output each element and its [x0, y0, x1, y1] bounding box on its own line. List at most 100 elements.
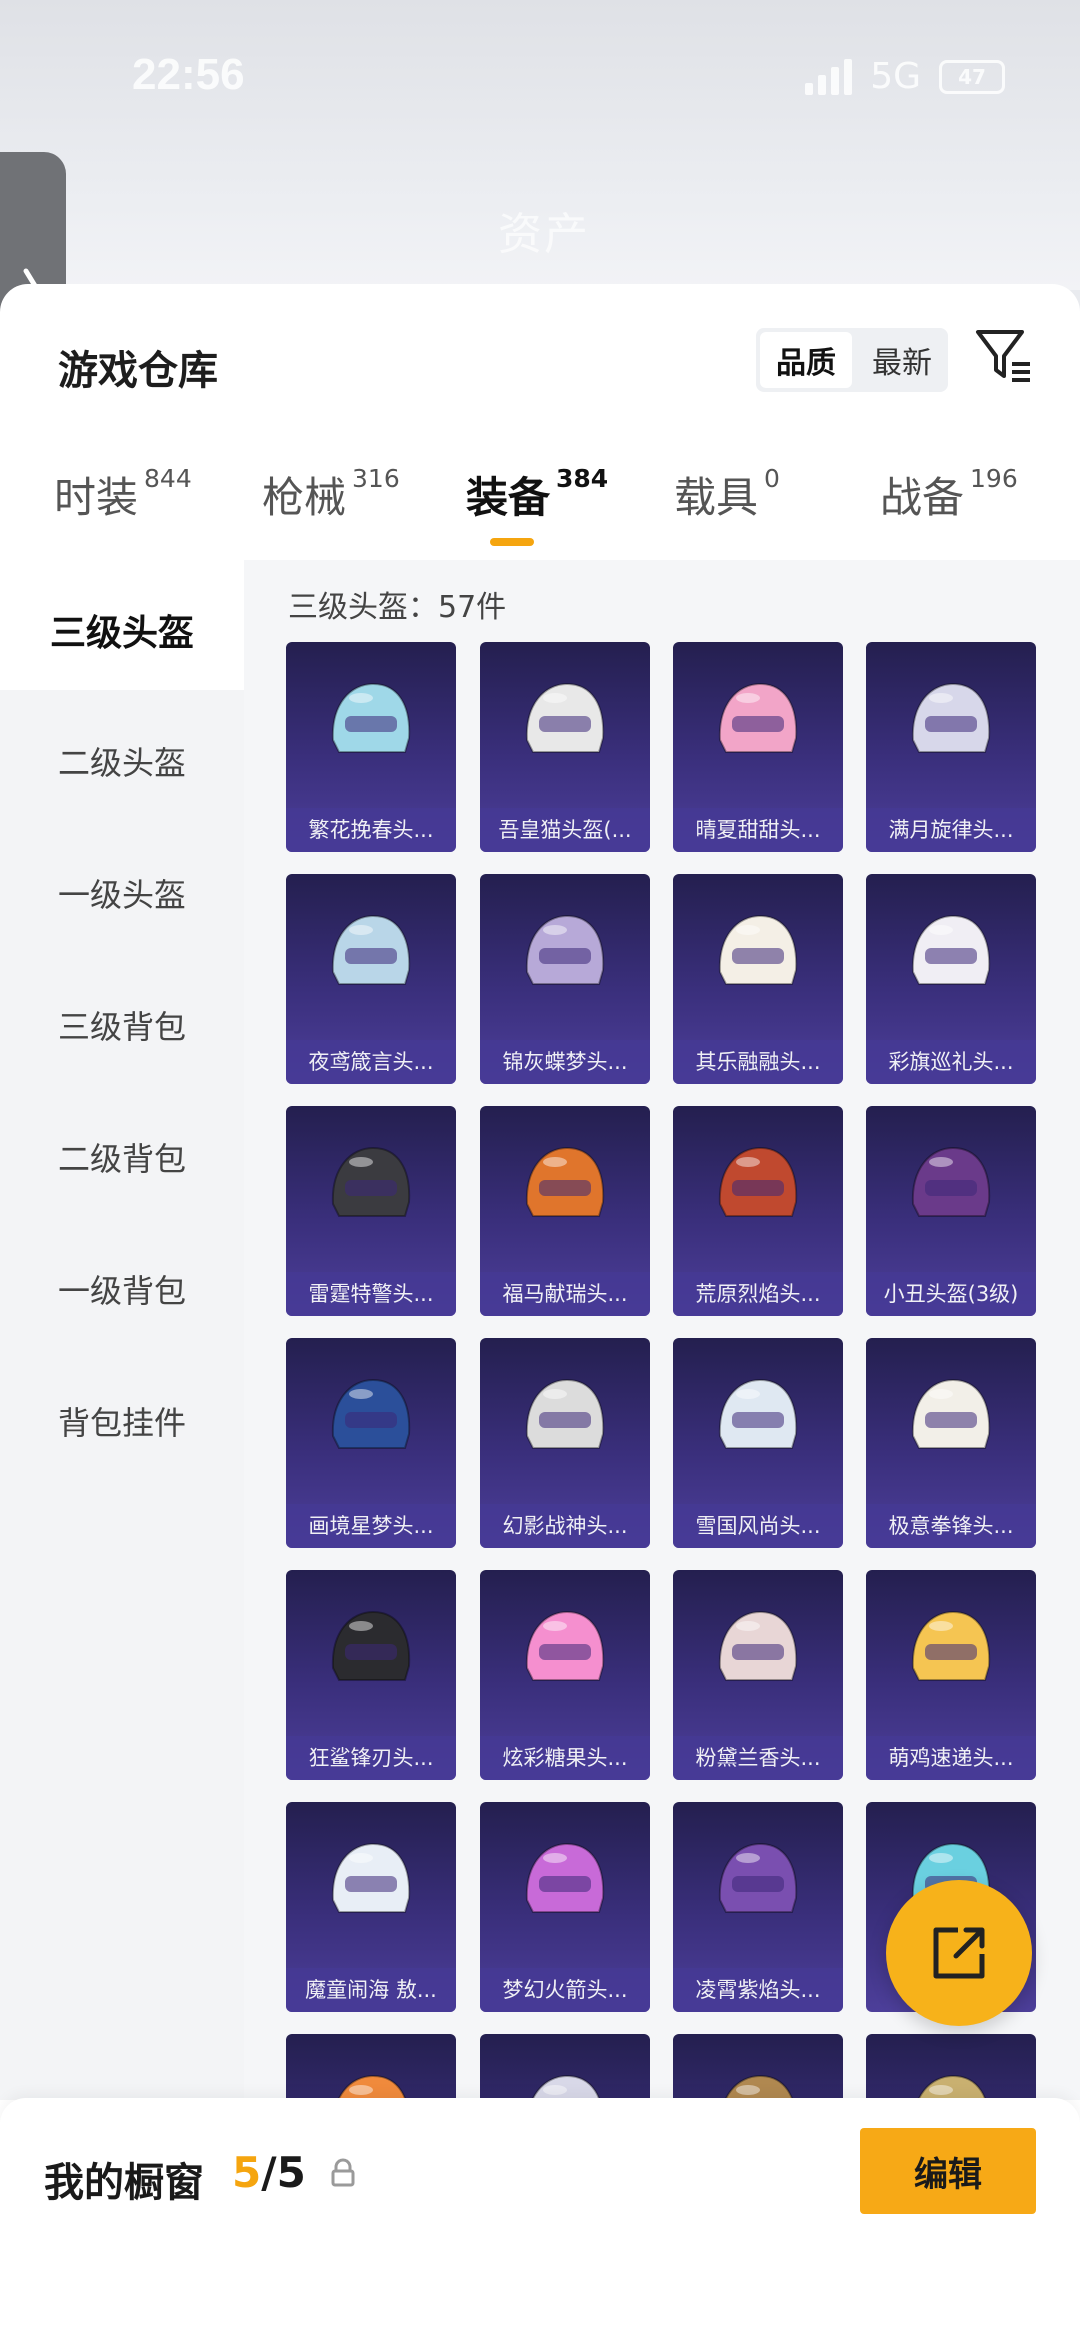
item-name: 萌鸡速递头... [866, 1736, 1036, 1780]
item-name: 极意拳锋头... [866, 1504, 1036, 1548]
item-name: 粉黛兰香头... [673, 1736, 843, 1780]
item-name: 雷霆特警头... [286, 1272, 456, 1316]
item-card[interactable]: 晴夏甜甜头... [673, 642, 843, 852]
item-card[interactable]: 吾皇猫头盔(... [480, 642, 650, 852]
helmet-icon [911, 1610, 991, 1681]
item-card[interactable]: 雷霆特警头... [286, 1106, 456, 1316]
helmet-icon [718, 1842, 798, 1913]
item-card[interactable]: 小丑头盔(3级) [866, 1106, 1036, 1316]
item-name: 繁花挽春头... [286, 808, 456, 852]
item-name: 晴夏甜甜头... [673, 808, 843, 852]
edit-button[interactable]: 编辑 [860, 2128, 1036, 2214]
helmet-icon [331, 1378, 411, 1449]
tab-fashion[interactable]: 时装 844 [54, 464, 192, 525]
helmet-icon [718, 1146, 798, 1217]
item-card[interactable]: 满月旋律头... [866, 642, 1036, 852]
helmet-icon [718, 682, 798, 753]
share-icon [933, 1927, 985, 1979]
item-card[interactable]: 萌鸡速递头... [866, 1570, 1036, 1780]
page-title: 游戏仓库 [58, 348, 218, 394]
item-card[interactable]: 福马献瑞头... [480, 1106, 650, 1316]
helmet-icon [718, 1610, 798, 1681]
helmet-icon [525, 914, 605, 985]
item-card[interactable]: 画境星梦头... [286, 1338, 456, 1548]
tab-vehicles[interactable]: 载具 0 [674, 464, 780, 525]
helmet-icon [331, 1610, 411, 1681]
sidebar-item-level3-backpack[interactable]: 三级背包 [0, 1002, 244, 1048]
sort-quality-button[interactable]: 品质 [760, 332, 852, 388]
share-button[interactable] [886, 1880, 1032, 2026]
item-name: 小丑头盔(3级) [866, 1272, 1036, 1316]
item-card[interactable]: 荒原烈焰头... [673, 1106, 843, 1316]
item-card[interactable]: 梦幻火箭头... [480, 1802, 650, 2012]
helmet-icon [331, 914, 411, 985]
helmet-icon [525, 682, 605, 753]
helmet-icon [525, 1146, 605, 1217]
active-tab-indicator [490, 538, 534, 546]
tab-guns[interactable]: 枪械 316 [262, 464, 400, 525]
sidebar-item-level2-helmet[interactable]: 二级头盔 [0, 738, 244, 784]
item-card[interactable]: 凌霄紫焰头... [673, 1802, 843, 2012]
item-name: 吾皇猫头盔(... [480, 808, 650, 852]
item-card[interactable]: 繁花挽春头... [286, 642, 456, 852]
filter-icon[interactable] [974, 326, 1034, 384]
battery-icon: 47 [939, 59, 1005, 94]
item-name: 彩旗巡礼头... [866, 1040, 1036, 1084]
helmet-icon [911, 682, 991, 753]
page-title-blurred: 资产 [498, 209, 590, 260]
item-name: 狂鲨锋刃头... [286, 1736, 456, 1780]
item-name: 炫彩糖果头... [480, 1736, 650, 1780]
helmet-icon [718, 1378, 798, 1449]
tab-equipment[interactable]: 装备 384 [466, 464, 608, 525]
sidebar-item-level2-backpack[interactable]: 二级背包 [0, 1134, 244, 1180]
item-card[interactable]: 极意拳锋头... [866, 1338, 1036, 1548]
showcase-bar: 我的橱窗 5/5 编辑 [0, 2098, 1080, 2341]
item-card[interactable]: 锦灰蝶梦头... [480, 874, 650, 1084]
helmet-icon [525, 1378, 605, 1449]
item-card[interactable]: 粉黛兰香头... [673, 1570, 843, 1780]
category-sidebar [0, 560, 244, 2100]
status-time: 22:56 [132, 50, 245, 99]
item-name: 魔童闹海 敖... [286, 1968, 456, 2012]
item-name: 夜鸢箴言头... [286, 1040, 456, 1084]
item-card[interactable]: 夜鸢箴言头... [286, 874, 456, 1084]
item-card[interactable]: 其乐融融头... [673, 874, 843, 1084]
helmet-icon [525, 1842, 605, 1913]
item-name: 梦幻火箭头... [480, 1968, 650, 2012]
category-tabs: 时装 844 枪械 316 装备 384 载具 0 战备 196 [0, 464, 1080, 554]
helmet-icon [331, 682, 411, 753]
item-name: 雪国风尚头... [673, 1504, 843, 1548]
status-bar-area: 22:56 5G 47 资产 [0, 0, 1080, 290]
helmet-icon [911, 1146, 991, 1217]
tab-supplies[interactable]: 战备 196 [880, 464, 1018, 525]
sort-toggle: 品质 最新 [756, 328, 948, 392]
item-card[interactable]: 魔童闹海 敖... [286, 1802, 456, 2012]
item-card[interactable]: 幻影战神头... [480, 1338, 650, 1548]
signal-icon [805, 58, 853, 95]
item-name: 锦灰蝶梦头... [480, 1040, 650, 1084]
helmet-icon [911, 1378, 991, 1449]
network-type: 5G [870, 56, 921, 97]
status-icons: 5G 47 [805, 56, 1005, 97]
showcase-count: 5/5 [232, 2148, 306, 2197]
item-card[interactable]: 雪国风尚头... [673, 1338, 843, 1548]
grid-item-count: 三级头盔：57件 [288, 590, 507, 625]
helmet-icon [911, 914, 991, 985]
helmet-icon [718, 914, 798, 985]
item-card[interactable]: 炫彩糖果头... [480, 1570, 650, 1780]
sidebar-item-level1-helmet[interactable]: 一级头盔 [0, 870, 244, 916]
item-name: 满月旋律头... [866, 808, 1036, 852]
item-name: 其乐融融头... [673, 1040, 843, 1084]
item-card[interactable]: 狂鲨锋刃头... [286, 1570, 456, 1780]
item-name: 画境星梦头... [286, 1504, 456, 1548]
sort-newest-button[interactable]: 最新 [856, 328, 948, 392]
item-card[interactable]: 彩旗巡礼头... [866, 874, 1036, 1084]
item-name: 福马献瑞头... [480, 1272, 650, 1316]
sidebar-item-level3-helmet[interactable]: 三级头盔 [0, 604, 244, 656]
sidebar-item-backpack-charm[interactable]: 背包挂件 [0, 1398, 244, 1444]
helmet-icon [525, 1610, 605, 1681]
sidebar-item-level1-backpack[interactable]: 一级背包 [0, 1266, 244, 1312]
item-name: 凌霄紫焰头... [673, 1968, 843, 2012]
helmet-icon [331, 1842, 411, 1913]
showcase-title: 我的橱窗 [44, 2160, 204, 2206]
